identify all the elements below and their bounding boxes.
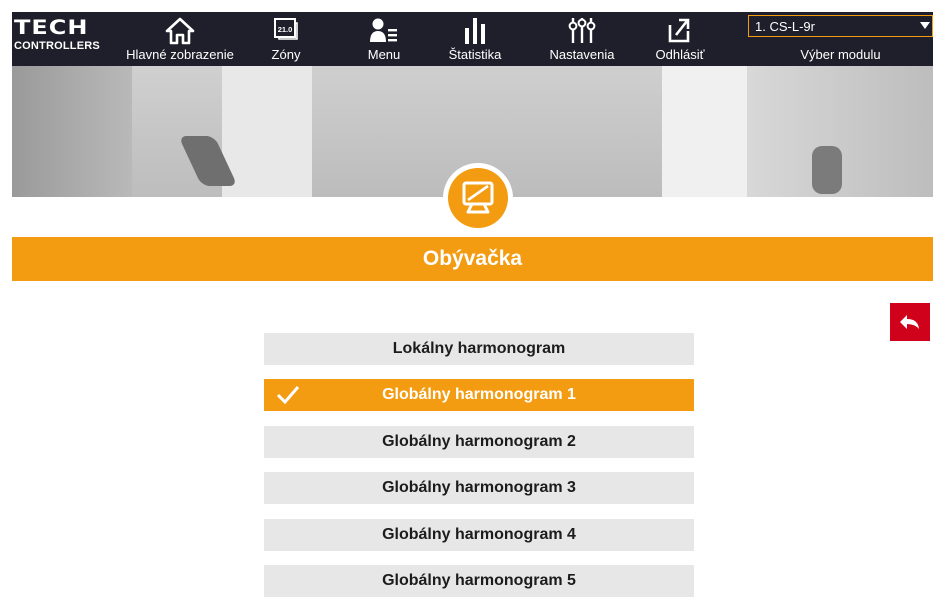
logout-icon (667, 16, 693, 49)
chevron-down-icon[interactable] (920, 22, 930, 29)
schedule-option-global-2[interactable]: Globálny harmonogram 2 (264, 426, 694, 458)
thermostat-reading: 21.0 (278, 25, 293, 34)
home-icon (165, 16, 195, 51)
schedule-option-local[interactable]: Lokálny harmonogram (264, 333, 694, 365)
schedule-option-label: Globálny harmonogram 1 (382, 386, 576, 403)
logo-brand-text: TECH (14, 16, 89, 39)
schedule-option-label: Globálny harmonogram 3 (382, 479, 576, 496)
schedule-option-global-1[interactable]: Globálny harmonogram 1 (264, 379, 694, 411)
schedule-option-label: Globálny harmonogram 2 (382, 433, 576, 450)
nav-item-home[interactable]: Hlavné zobrazenie (120, 12, 240, 66)
schedule-option-global-3[interactable]: Globálny harmonogram 3 (264, 472, 694, 504)
schedule-option-label: Lokálny harmonogram (392, 340, 566, 357)
nav-item-settings[interactable]: Nastavenia (542, 12, 622, 66)
nav-item-logout[interactable]: Odhlásiť (640, 12, 720, 66)
top-navigation-bar: TECH CONTROLLERS Hlavné zobrazenie 21.0 … (12, 12, 933, 66)
schedule-option-global-5[interactable]: Globálny harmonogram 5 (264, 565, 694, 597)
nav-item-home-label: Hlavné zobrazenie (126, 47, 234, 62)
nav-item-zones-label: Zóny (271, 47, 301, 62)
schedule-option-label: Globálny harmonogram 5 (382, 572, 576, 589)
nav-item-menu[interactable]: Menu (360, 12, 408, 66)
module-select-caption: Výber modulu (800, 47, 881, 62)
tech-controllers-logo[interactable]: TECH CONTROLLERS (14, 18, 110, 58)
nav-item-menu-label: Menu (367, 47, 401, 62)
sliders-icon (568, 16, 596, 49)
module-select-dropdown[interactable]: 1. CS-L-9r (748, 15, 933, 37)
back-button[interactable] (890, 303, 930, 341)
checkmark-icon (276, 385, 300, 417)
user-menu-icon (369, 16, 399, 49)
back-arrow-icon (900, 315, 919, 329)
schedule-option-label: Globálny harmonogram 4 (382, 526, 576, 543)
bar-chart-icon (463, 16, 487, 49)
module-select-value: 1. CS-L-9r (755, 19, 815, 34)
nav-item-zones[interactable]: 21.0 Zóny (264, 12, 308, 66)
nav-item-logout-label: Odhlásiť (655, 47, 705, 62)
nav-item-settings-label: Nastavenia (549, 47, 615, 62)
zone-title: Obývačka (422, 247, 523, 270)
thermostat-display-icon: 21.0 (273, 16, 299, 49)
nav-item-statistics-label: Štatistika (448, 47, 502, 62)
nav-item-statistics[interactable]: Štatistika (440, 12, 510, 66)
zone-display-icon (443, 163, 513, 233)
schedule-option-global-4[interactable]: Globálny harmonogram 4 (264, 519, 694, 551)
zone-title-bar: Obývačka (12, 237, 933, 281)
logo-sub-text: CONTROLLERS (14, 40, 100, 52)
module-selector[interactable]: 1. CS-L-9r Výber modulu (748, 12, 933, 66)
